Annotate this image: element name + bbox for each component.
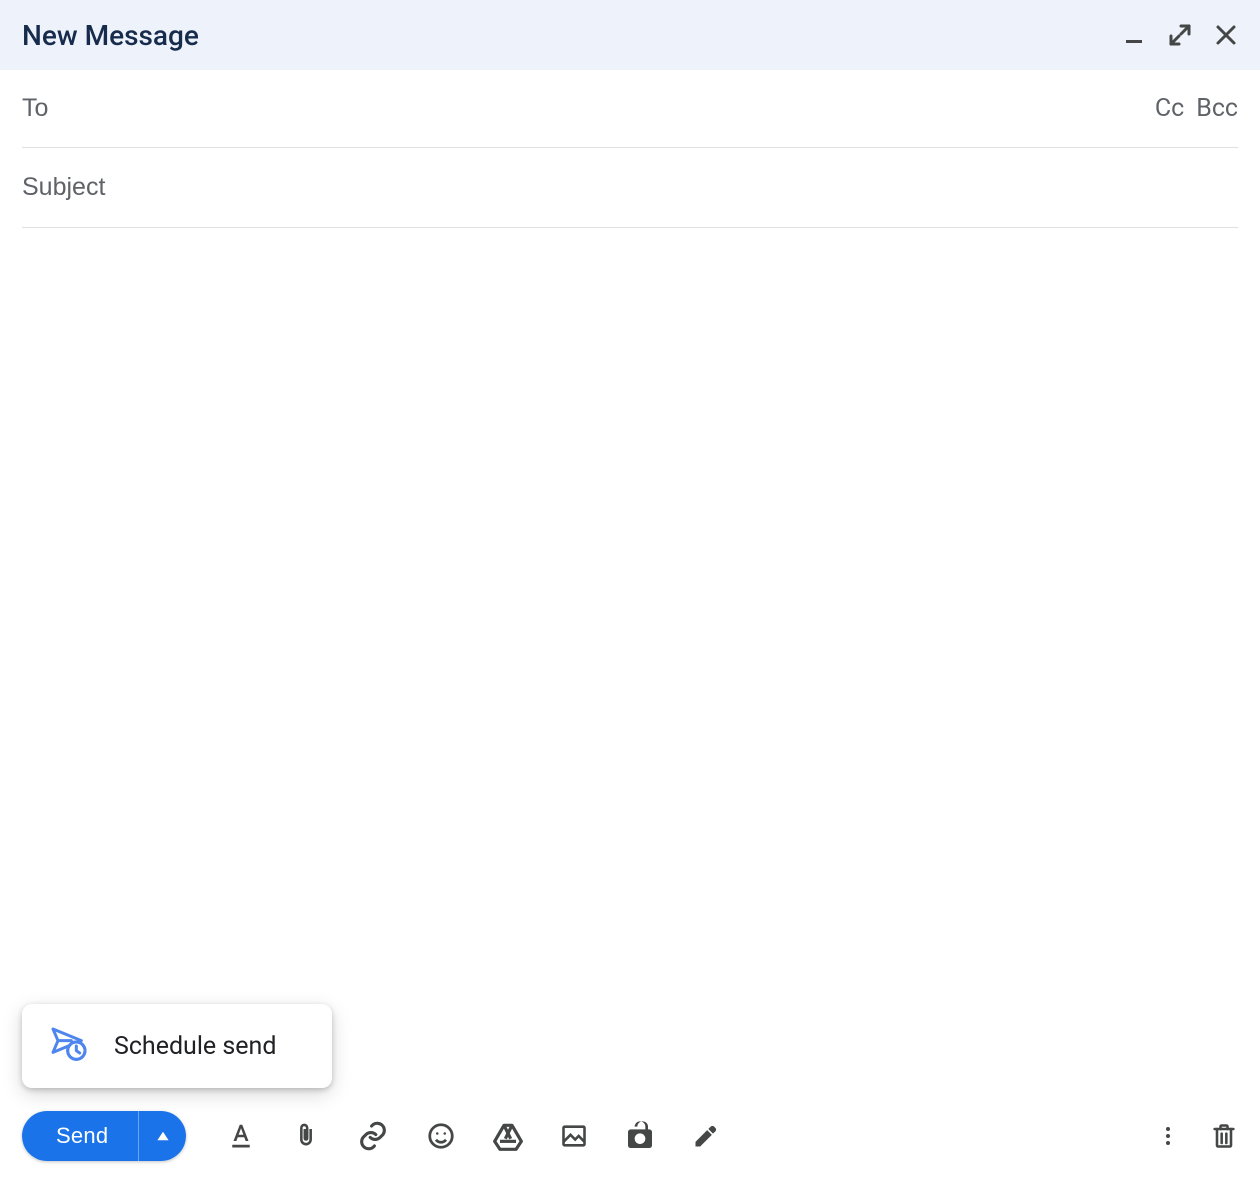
send-options-popup: Schedule send [22,1004,332,1088]
attach-file-icon[interactable] [292,1122,320,1150]
compose-title: New Message [22,19,1122,52]
formatting-options-icon[interactable] [226,1121,256,1151]
compose-header: New Message [0,0,1260,70]
compose-toolbar: Send [0,1088,1260,1184]
fullscreen-icon[interactable] [1168,23,1192,47]
more-options-icon[interactable] [1156,1122,1180,1150]
cc-bcc-group: Cc Bcc [1155,94,1238,123]
caret-up-icon [156,1129,170,1143]
bcc-button[interactable]: Bcc [1196,94,1238,123]
insert-photo-icon[interactable] [560,1122,588,1150]
schedule-send-icon [48,1024,88,1068]
subject-input[interactable] [22,173,1238,202]
formatting-toolbar [226,1119,720,1153]
subject-row [22,148,1238,228]
schedule-send-option[interactable]: Schedule send [114,1032,276,1061]
insert-emoji-icon[interactable] [426,1121,456,1151]
insert-drive-icon[interactable] [492,1120,524,1152]
send-button[interactable]: Send [22,1111,138,1161]
discard-draft-icon[interactable] [1210,1122,1238,1150]
cc-button[interactable]: Cc [1155,94,1184,123]
send-group: Send [22,1111,186,1161]
more-send-options-button[interactable] [138,1111,186,1161]
insert-link-icon[interactable] [356,1119,390,1153]
to-input[interactable] [22,94,1155,123]
insert-signature-icon[interactable] [692,1122,720,1150]
confidential-mode-icon[interactable] [624,1120,656,1152]
window-controls [1122,23,1238,47]
close-icon[interactable] [1214,23,1238,47]
to-row: Cc Bcc [22,70,1238,148]
minimize-icon[interactable] [1122,23,1146,47]
toolbar-right [1156,1122,1238,1150]
